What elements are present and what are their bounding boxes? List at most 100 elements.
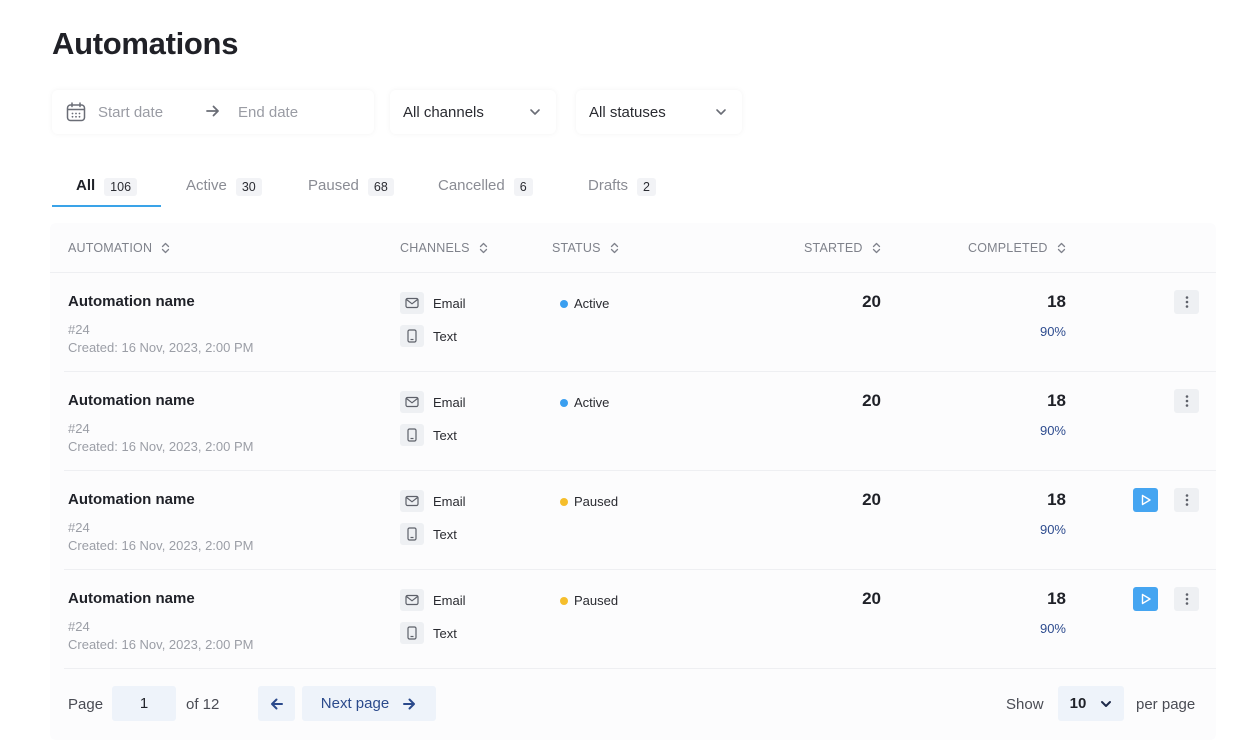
sort-icon bbox=[479, 242, 487, 254]
completed-count: 18 bbox=[1047, 490, 1066, 509]
automation-name[interactable]: Automation name bbox=[68, 293, 195, 310]
created-date: Created: 16 Nov, 2023, 2:00 PM bbox=[68, 538, 254, 553]
phone-icon bbox=[400, 622, 424, 644]
started-count: 20 bbox=[862, 490, 881, 509]
pagination: Page 1 of 12 Next page Show 10 per page bbox=[50, 669, 1216, 740]
channel-text: Text bbox=[400, 424, 457, 446]
mail-icon bbox=[400, 391, 424, 413]
created-date: Created: 16 Nov, 2023, 2:00 PM bbox=[68, 637, 254, 652]
status-dot bbox=[560, 596, 568, 605]
end-date-input[interactable]: End date bbox=[238, 104, 298, 121]
started-count: 20 bbox=[862, 292, 881, 311]
chevron-down-icon bbox=[530, 109, 540, 115]
channel-text: Text bbox=[400, 325, 457, 347]
row-actions-button[interactable] bbox=[1174, 488, 1199, 512]
automations-table: AUTOMATION CHANNELS STATUS STARTED COMPL… bbox=[50, 223, 1216, 740]
channel-text: Text bbox=[400, 523, 457, 545]
completed-percentage: 90% bbox=[1039, 324, 1066, 339]
page-size-value: 10 bbox=[1069, 695, 1087, 712]
more-vertical-icon bbox=[1185, 494, 1188, 506]
started-count: 20 bbox=[862, 589, 881, 608]
chevron-down-icon bbox=[1101, 700, 1112, 707]
show-label: Show bbox=[1006, 696, 1044, 713]
tab-paused[interactable]: Paused 68 bbox=[308, 170, 394, 208]
previous-page-button[interactable] bbox=[258, 686, 295, 721]
start-date-input[interactable]: Start date bbox=[98, 104, 163, 121]
column-header-status[interactable]: STATUS bbox=[552, 241, 619, 255]
channel-email: Email bbox=[400, 391, 466, 413]
table-row[interactable]: Automation name #24 Created: 16 Nov, 202… bbox=[64, 570, 1216, 669]
row-actions-button[interactable] bbox=[1174, 389, 1199, 413]
sort-icon bbox=[162, 242, 170, 254]
channel-label: Text bbox=[433, 625, 457, 641]
tab-label: Cancelled bbox=[438, 177, 505, 194]
sort-icon bbox=[872, 242, 880, 254]
status-select[interactable]: All statuses bbox=[576, 90, 742, 134]
resume-button[interactable] bbox=[1133, 488, 1158, 512]
tab-label: All bbox=[76, 177, 96, 194]
tab-active[interactable]: Active 30 bbox=[186, 170, 262, 208]
tab-drafts[interactable]: Drafts 2 bbox=[588, 170, 656, 208]
page-total-label: of 12 bbox=[186, 696, 220, 713]
channel-select-value: All channels bbox=[403, 103, 484, 121]
page-number-input[interactable]: 1 bbox=[112, 686, 176, 721]
status-indicator: Active bbox=[560, 395, 609, 410]
automation-name[interactable]: Automation name bbox=[68, 392, 195, 409]
row-actions-button[interactable] bbox=[1174, 290, 1199, 314]
table-row[interactable]: Automation name #24 Created: 16 Nov, 202… bbox=[64, 372, 1216, 471]
next-page-button[interactable]: Next page bbox=[302, 686, 436, 721]
page-size-select[interactable]: 10 bbox=[1058, 686, 1124, 721]
channel-email: Email bbox=[400, 589, 466, 611]
automation-id: #24 bbox=[68, 520, 90, 535]
tab-label: Active bbox=[186, 177, 227, 194]
tab-cancelled[interactable]: Cancelled 6 bbox=[438, 170, 533, 208]
channel-text: Text bbox=[400, 622, 457, 644]
channel-email: Email bbox=[400, 490, 466, 512]
column-header-started[interactable]: STARTED bbox=[804, 241, 881, 255]
more-vertical-icon bbox=[1185, 296, 1188, 308]
automation-name[interactable]: Automation name bbox=[68, 590, 195, 607]
table-row[interactable]: Automation name #24 Created: 16 Nov, 202… bbox=[64, 471, 1216, 570]
column-header-completed[interactable]: COMPLETED bbox=[968, 241, 1066, 255]
tab-all[interactable]: All 106 bbox=[76, 170, 138, 208]
more-vertical-icon bbox=[1185, 395, 1188, 407]
per-page-label: per page bbox=[1136, 696, 1196, 713]
status-select-value: All statuses bbox=[589, 103, 666, 121]
arrow-right-icon bbox=[206, 105, 219, 117]
automation-name[interactable]: Automation name bbox=[68, 491, 195, 508]
phone-icon bbox=[400, 523, 424, 545]
channel-label: Email bbox=[433, 493, 466, 509]
sort-icon bbox=[610, 242, 618, 254]
row-actions-button[interactable] bbox=[1174, 587, 1199, 611]
mail-icon bbox=[400, 589, 424, 611]
channel-label: Text bbox=[433, 427, 457, 443]
completed-percentage: 90% bbox=[1039, 621, 1066, 636]
channel-label: Email bbox=[433, 295, 466, 311]
date-range-filter[interactable]: Start date End date bbox=[52, 90, 374, 134]
completed-percentage: 90% bbox=[1039, 522, 1066, 537]
channel-select[interactable]: All channels bbox=[390, 90, 556, 134]
resume-button[interactable] bbox=[1133, 587, 1158, 611]
status-label: Paused bbox=[574, 494, 619, 509]
status-label: Active bbox=[574, 296, 610, 311]
active-tab-indicator bbox=[52, 205, 161, 207]
status-indicator: Paused bbox=[560, 494, 618, 509]
play-icon bbox=[1141, 494, 1151, 506]
tab-count-badge: 30 bbox=[235, 178, 262, 196]
mail-icon bbox=[400, 490, 424, 512]
status-indicator: Active bbox=[560, 296, 609, 311]
tab-count-badge: 106 bbox=[104, 178, 138, 196]
status-dot bbox=[560, 299, 568, 308]
next-page-label: Next page bbox=[320, 695, 390, 712]
sort-icon bbox=[1057, 242, 1065, 254]
arrow-left-icon bbox=[270, 698, 283, 709]
completed-percentage: 90% bbox=[1039, 423, 1066, 438]
table-header: AUTOMATION CHANNELS STATUS STARTED COMPL… bbox=[50, 223, 1216, 273]
column-header-channels[interactable]: CHANNELS bbox=[400, 241, 488, 255]
column-header-automation[interactable]: AUTOMATION bbox=[68, 241, 170, 255]
channel-label: Email bbox=[433, 394, 466, 410]
status-dot bbox=[560, 497, 568, 506]
table-row[interactable]: Automation name #24 Created: 16 Nov, 202… bbox=[64, 273, 1216, 372]
column-label: STATUS bbox=[552, 241, 601, 255]
arrow-right-icon bbox=[403, 698, 416, 709]
